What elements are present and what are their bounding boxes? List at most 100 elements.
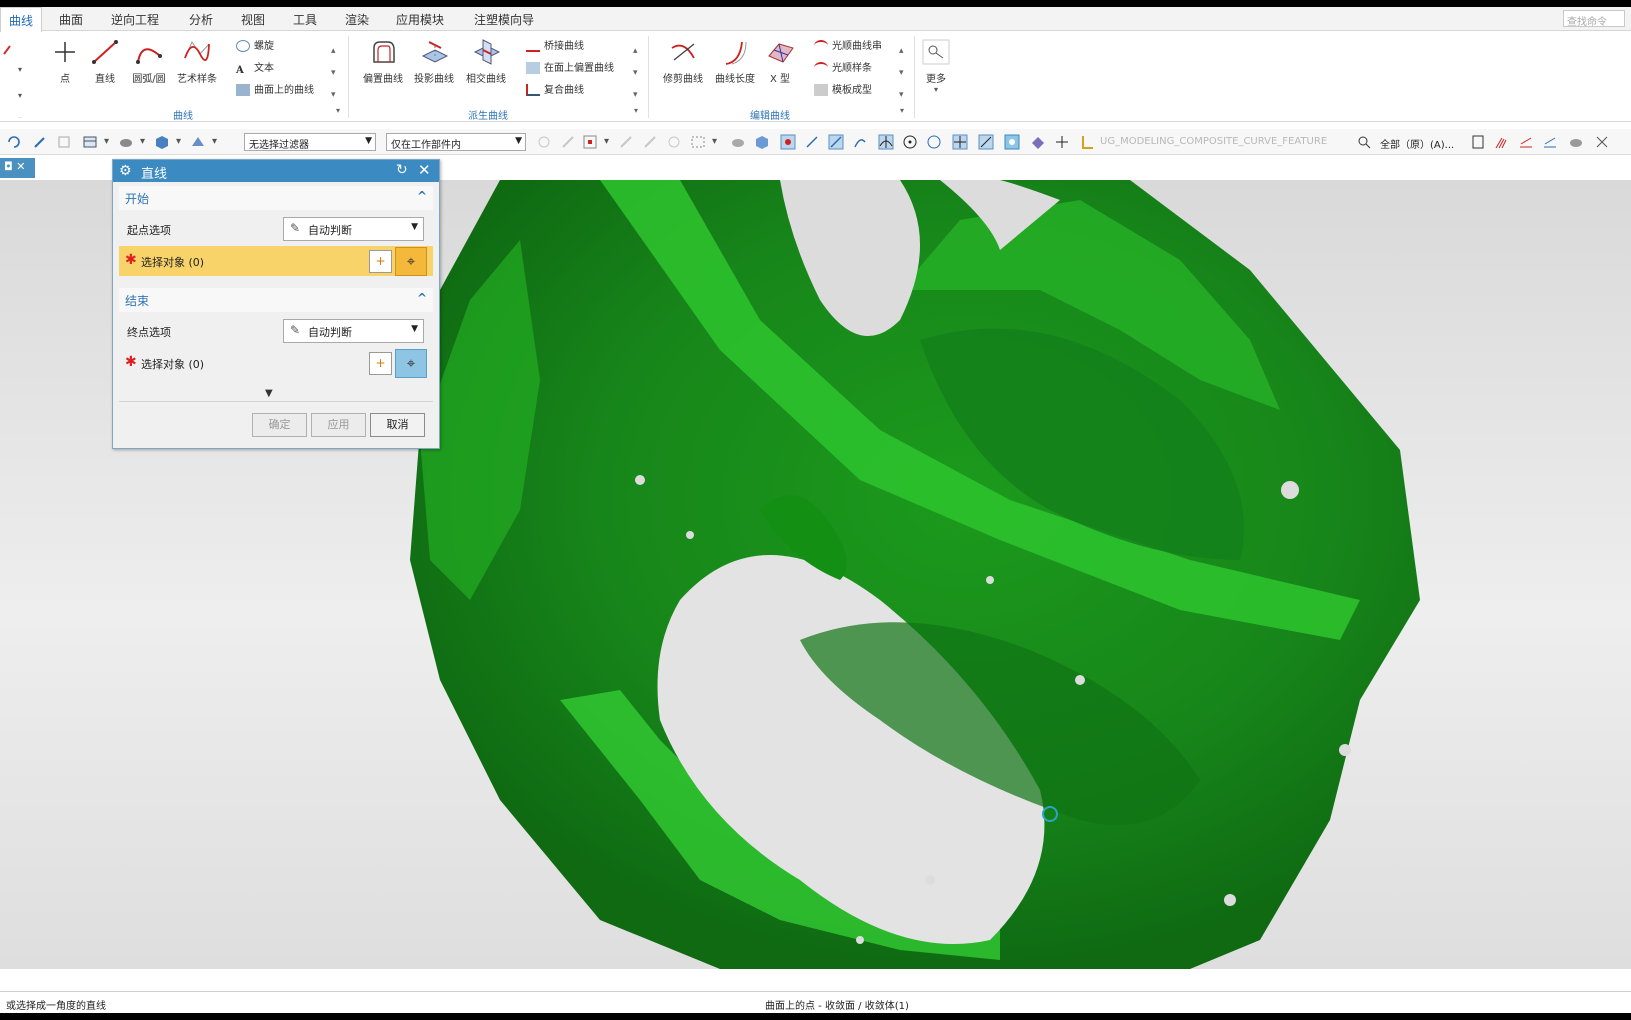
filter-c-icon[interactable]: [582, 134, 598, 150]
analysis-d-icon[interactable]: [1594, 134, 1610, 150]
smooth-spline-button[interactable]: 光顺样条: [814, 60, 872, 78]
curve-length-button[interactable]: 曲线长度: [712, 38, 758, 85]
tab-curve[interactable]: 曲线: [0, 7, 43, 32]
curve-on-surface-button[interactable]: 曲面上的曲线: [236, 82, 314, 100]
edit-group-expand[interactable]: ▾: [900, 106, 904, 115]
arc-center-icon[interactable]: [902, 134, 918, 150]
close-icon[interactable]: ✕: [418, 161, 431, 179]
dialog-title-bar[interactable]: ⚙ 直线 ↻ ✕: [113, 160, 439, 182]
filter-b-icon[interactable]: [560, 134, 576, 150]
tab-close-icon[interactable]: ✕: [16, 160, 25, 173]
curve-gallery-scroll[interactable]: ▴ ▾ ▾: [331, 40, 336, 106]
gear-icon[interactable]: ⚙: [119, 163, 132, 179]
ribbon-overflow-left[interactable]: ▾ ▾ ▾: [2, 38, 28, 124]
select-tool-icon[interactable]: [32, 134, 48, 150]
point-on-curve-icon[interactable]: [978, 134, 994, 150]
quadrant-point-icon[interactable]: [926, 134, 942, 150]
apply-button[interactable]: 应用: [311, 413, 366, 437]
analysis-b-icon[interactable]: [1542, 134, 1558, 150]
reset-icon[interactable]: ↻: [396, 162, 408, 178]
curve-group-expand[interactable]: ▾: [336, 106, 340, 115]
arc-circle-button[interactable]: 圆弧/圆: [128, 38, 170, 85]
tab-analysis[interactable]: 分析: [189, 11, 213, 28]
tab-mold-wizard[interactable]: 注塑模向导: [474, 11, 534, 28]
dropdown-arrow-icon-5[interactable]: ▾: [604, 136, 609, 147]
midpoint-icon[interactable]: [828, 134, 844, 150]
refresh-icon[interactable]: [6, 134, 22, 150]
edit-gallery-scroll[interactable]: ▴ ▾ ▾: [899, 40, 904, 106]
book-icon[interactable]: [1470, 134, 1486, 150]
line-button[interactable]: 直线: [90, 38, 120, 85]
studio-spline-button[interactable]: 艺术样条: [174, 38, 220, 85]
endpoint-icon[interactable]: [804, 134, 820, 150]
derived-group-expand[interactable]: ▾: [634, 106, 638, 115]
trim-curve-button[interactable]: 修剪曲线: [660, 38, 706, 85]
end-option-select[interactable]: ✎ 自动判断 ▼: [283, 319, 424, 343]
start-select-object-row[interactable]: ✱ 选择对象 (0) + ⌖: [119, 246, 433, 276]
view-orient-icon[interactable]: [118, 134, 134, 150]
intersection-point-icon[interactable]: [878, 134, 894, 150]
dropdown-arrow-icon-2[interactable]: ▾: [140, 136, 145, 147]
end-section-header[interactable]: 结束 ^: [119, 288, 433, 312]
analysis-c-icon[interactable]: [1568, 134, 1584, 150]
filter-e-icon[interactable]: [642, 134, 658, 150]
tab-surface[interactable]: 曲面: [59, 11, 83, 28]
template-shaping-button[interactable]: 模板成型: [814, 82, 872, 100]
smooth-curve-string-button[interactable]: 光顺曲线串: [814, 38, 882, 56]
command-search-input[interactable]: 查找命令: [1563, 10, 1625, 28]
rect-select-icon[interactable]: [690, 134, 706, 150]
table-icon[interactable]: [82, 134, 98, 150]
offset-in-face-button[interactable]: 在面上偏置曲线: [526, 60, 614, 78]
helix-button[interactable]: 螺旋: [236, 38, 274, 56]
dropdown-arrow-icon-6[interactable]: ▾: [712, 136, 717, 147]
body-select-icon[interactable]: [754, 134, 770, 150]
render-style-icon[interactable]: [190, 134, 206, 150]
tab-application[interactable]: 应用模块: [396, 11, 444, 28]
point-on-surface-icon[interactable]: [1004, 134, 1020, 150]
layer-text[interactable]: 全部（原）(A)...: [1380, 136, 1454, 151]
more-button[interactable]: 更多 ▾: [920, 38, 952, 94]
composite-curve-button[interactable]: 复合曲线: [526, 82, 584, 100]
tab-tools[interactable]: 工具: [293, 11, 317, 28]
start-option-select[interactable]: ✎ 自动判断 ▼: [283, 217, 424, 241]
snap-point-icon[interactable]: [780, 134, 796, 150]
point-button[interactable]: 点: [50, 38, 80, 85]
cross-hair-icon[interactable]: [1054, 134, 1070, 150]
type-filter-combo[interactable]: 无选择过滤器 ▼: [244, 133, 376, 151]
derived-gallery-scroll[interactable]: ▴ ▾ ▾: [633, 40, 638, 106]
tab-render[interactable]: 渲染: [345, 11, 369, 28]
filter-d-icon[interactable]: [618, 134, 634, 150]
intersection-curve-button[interactable]: 相交曲线: [463, 38, 509, 85]
start-crosshair-button[interactable]: ⌖: [395, 247, 427, 276]
document-tab[interactable]: ◘ ✕: [0, 158, 35, 178]
feature-filter-icon[interactable]: [1080, 134, 1096, 150]
layer-select-icon[interactable]: [1356, 134, 1372, 150]
cube-icon[interactable]: [154, 134, 170, 150]
cancel-button[interactable]: 取消: [370, 413, 425, 437]
end-crosshair-button[interactable]: ⌖: [395, 349, 427, 378]
dropdown-arrow-icon-3[interactable]: ▾: [176, 136, 181, 147]
x-form-button[interactable]: X 型: [762, 38, 798, 85]
filter-a-icon[interactable]: [536, 134, 552, 150]
rays-icon[interactable]: [1494, 134, 1510, 150]
tab-reverse-engineering[interactable]: 逆向工程: [111, 11, 159, 28]
dropdown-arrow-icon-4[interactable]: ▾: [212, 136, 217, 147]
project-curve-button[interactable]: 投影曲线: [411, 38, 457, 85]
dropdown-arrow-icon[interactable]: ▾: [104, 136, 109, 147]
analysis-a-icon[interactable]: [1518, 134, 1534, 150]
snap-grid-icon[interactable]: [56, 134, 72, 150]
existing-point-icon[interactable]: [952, 134, 968, 150]
bounded-grid-icon[interactable]: [1030, 134, 1046, 150]
face-select-icon[interactable]: [730, 134, 746, 150]
end-select-object-row[interactable]: ✱ 选择对象 (0) + ⌖: [119, 348, 433, 378]
start-point-dialog-button[interactable]: +: [369, 250, 392, 273]
ok-button[interactable]: 确定: [252, 413, 307, 437]
start-section-header[interactable]: 开始 ^: [119, 186, 433, 210]
expand-more-icon[interactable]: ▼: [265, 388, 273, 399]
control-point-icon[interactable]: [852, 134, 868, 150]
tab-view[interactable]: 视图: [241, 11, 265, 28]
selection-scope-combo[interactable]: 仅在工作部件内 ▼: [386, 133, 526, 151]
text-button[interactable]: A 文本: [236, 60, 274, 78]
filter-f-icon[interactable]: [666, 134, 682, 150]
offset-curve-button[interactable]: 偏置曲线: [360, 38, 406, 85]
